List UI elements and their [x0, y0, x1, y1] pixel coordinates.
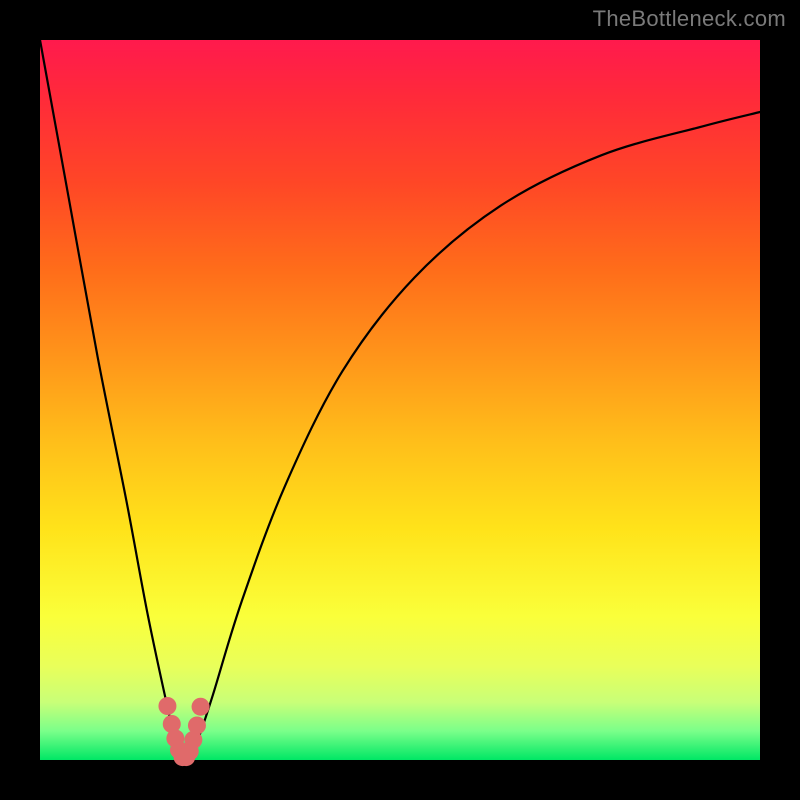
highlight-dot [188, 716, 206, 734]
bottleneck-curve [40, 40, 760, 760]
highlight-dot [192, 698, 210, 716]
highlight-dot [158, 697, 176, 715]
curve-layer [40, 40, 760, 760]
plot-area [40, 40, 760, 760]
chart-frame: TheBottleneck.com [0, 0, 800, 800]
watermark-text: TheBottleneck.com [593, 6, 786, 32]
highlight-dots [158, 697, 209, 766]
